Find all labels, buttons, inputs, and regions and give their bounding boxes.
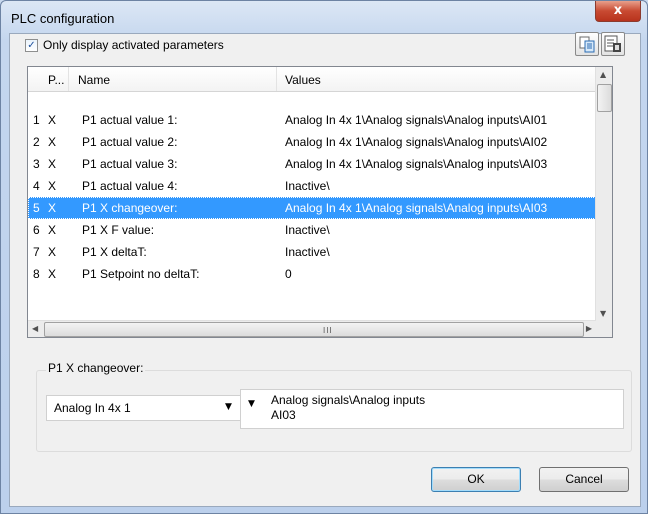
row-name: P1 actual value 4: — [82, 179, 178, 193]
row-number: 5 — [33, 201, 40, 215]
table-row[interactable]: 4 X P1 actual value 4: Inactive\ — [28, 175, 598, 197]
scrollbar-corner — [596, 321, 612, 337]
signal-path-dropdown[interactable]: ▼ Analog signals\Analog inputs AI03 — [240, 389, 624, 429]
row-name: P1 actual value 2: — [82, 135, 178, 149]
row-name: P1 actual value 1: — [82, 113, 178, 127]
table-row[interactable]: 8 X P1 Setpoint no deltaT: 0 — [28, 263, 598, 285]
module-dropdown[interactable]: Analog In 4x 1 ▼ — [46, 395, 242, 421]
close-button[interactable]: x — [595, 1, 641, 22]
ok-button[interactable]: OK — [431, 467, 521, 492]
table-row[interactable]: 6 X P1 X F value: Inactive\ — [28, 219, 598, 241]
parameter-table[interactable]: P... Name Values 1 X P1 actual value 1: … — [27, 66, 613, 338]
row-p: X — [48, 179, 57, 193]
scroll-right-icon[interactable]: ▶ — [586, 324, 592, 333]
module-dropdown-value: Analog In 4x 1 — [54, 401, 131, 415]
row-value: Inactive\ — [285, 223, 330, 237]
header-values[interactable]: Values — [285, 73, 321, 87]
row-p: X — [48, 245, 57, 259]
header-separator — [276, 67, 277, 91]
row-value: Analog In 4x 1\Analog signals\Analog inp… — [285, 201, 548, 215]
detail-group-label: P1 X changeover: — [46, 361, 146, 375]
header-p[interactable]: P... — [48, 73, 64, 87]
title-bar[interactable]: PLC configuration x — [1, 1, 647, 33]
row-value: Analog In 4x 1\Analog signals\Analog inp… — [285, 135, 548, 149]
properties-button[interactable] — [601, 32, 625, 56]
table-row[interactable]: 2 X P1 actual value 2: Analog In 4x 1\An… — [28, 131, 598, 153]
table-row[interactable]: 7 X P1 X deltaT: Inactive\ — [28, 241, 598, 263]
window-title: PLC configuration — [11, 11, 115, 26]
table-header: P... Name Values — [28, 67, 598, 92]
signal-path-line: AI03 — [271, 408, 296, 422]
row-number: 2 — [33, 135, 40, 149]
table-row[interactable]: 3 X P1 actual value 3: Analog In 4x 1\An… — [28, 153, 598, 175]
row-name: P1 actual value 3: — [82, 157, 178, 171]
row-p: X — [48, 157, 57, 171]
row-number: 4 — [33, 179, 40, 193]
row-number: 7 — [33, 245, 40, 259]
only-activated-label[interactable]: Only display activated parameters — [43, 38, 224, 52]
cancel-button[interactable]: Cancel — [539, 467, 629, 492]
row-p: X — [48, 201, 57, 215]
properties-icon — [604, 35, 621, 52]
row-number: 6 — [33, 223, 40, 237]
scroll-left-icon[interactable]: ◀ — [32, 324, 38, 333]
row-name: P1 Setpoint no deltaT: — [82, 267, 200, 281]
row-p: X — [48, 267, 57, 281]
vertical-scroll-thumb[interactable] — [597, 84, 612, 112]
row-p: X — [48, 113, 57, 127]
horizontal-scroll-thumb[interactable]: III — [44, 322, 584, 337]
scroll-down-icon[interactable]: ▼ — [600, 309, 606, 318]
row-value: Analog In 4x 1\Analog signals\Analog inp… — [285, 113, 548, 127]
copy-icon — [579, 36, 595, 53]
scroll-grip-icon: III — [323, 326, 333, 335]
table-row-selected[interactable]: 5 X P1 X changeover: Analog In 4x 1\Anal… — [28, 197, 598, 219]
row-number: 1 — [33, 113, 40, 127]
row-name: P1 X F value: — [82, 223, 155, 237]
chevron-down-icon[interactable]: ▼ — [225, 402, 232, 412]
only-activated-checkbox[interactable]: ✓ — [25, 39, 38, 52]
scroll-up-icon[interactable]: ▲ — [600, 70, 606, 79]
row-number: 3 — [33, 157, 40, 171]
row-value: Inactive\ — [285, 179, 330, 193]
header-name[interactable]: Name — [78, 73, 110, 87]
table-row[interactable]: 1 X P1 actual value 1: Analog In 4x 1\An… — [28, 109, 598, 131]
vertical-scrollbar[interactable]: ▲ ▼ — [595, 67, 612, 321]
row-p: X — [48, 223, 57, 237]
row-name: P1 X changeover: — [82, 201, 178, 215]
signal-path-line: Analog signals\Analog inputs — [271, 393, 426, 407]
horizontal-scrollbar[interactable]: ◀ III ▶ — [28, 320, 596, 337]
chevron-down-icon[interactable]: ▼ — [248, 399, 255, 409]
row-value: Analog In 4x 1\Analog signals\Analog inp… — [285, 157, 548, 171]
row-value: 0 — [285, 267, 292, 281]
copy-button[interactable] — [575, 32, 599, 56]
row-p: X — [48, 135, 57, 149]
row-number: 8 — [33, 267, 40, 281]
header-separator — [68, 67, 69, 91]
row-name: P1 X deltaT: — [82, 245, 147, 259]
row-value: Inactive\ — [285, 245, 330, 259]
